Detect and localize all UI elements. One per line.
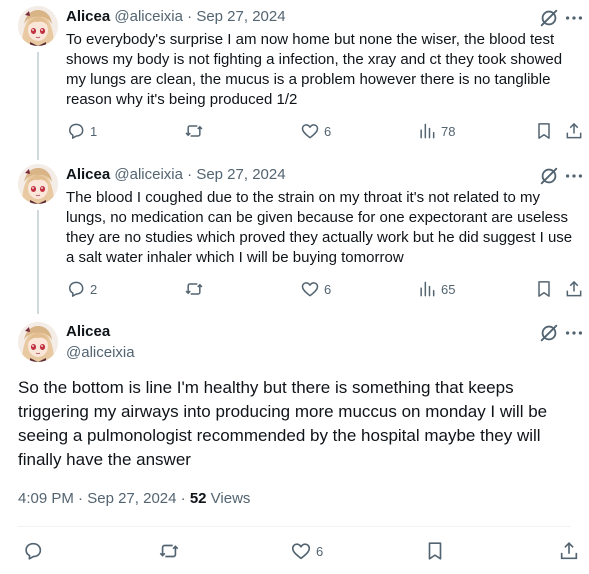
- like-icon: [300, 121, 320, 141]
- retweet-button[interactable]: [158, 540, 184, 562]
- more-icon[interactable]: [563, 322, 585, 349]
- bookmark-icon[interactable]: [424, 540, 446, 567]
- retweet-icon: [184, 279, 204, 299]
- share-icon[interactable]: [564, 121, 584, 146]
- like-count: 6: [324, 123, 332, 139]
- tweet-date[interactable]: Sep 27, 2024: [196, 8, 285, 25]
- reply-icon: [66, 279, 86, 299]
- views-label: Views: [210, 490, 251, 507]
- views-icon: [417, 121, 437, 141]
- separator: ·: [187, 166, 193, 183]
- retweet-icon: [158, 540, 180, 562]
- reply-button[interactable]: 2: [66, 279, 97, 299]
- views-icon: [417, 279, 437, 299]
- reply-icon: [22, 540, 44, 562]
- like-button[interactable]: 6: [290, 540, 323, 562]
- tweet-text: So the bottom is line I'm healthy but th…: [18, 378, 548, 469]
- author-name[interactable]: Alicea: [66, 323, 110, 340]
- view-count: 78: [441, 123, 456, 139]
- tweet-header: Alicea @aliceixia · Sep 27, 2024: [66, 166, 286, 183]
- divider: [18, 526, 571, 527]
- like-button[interactable]: 6: [300, 121, 331, 141]
- like-count: 6: [324, 281, 332, 297]
- reply-count: 2: [90, 281, 98, 297]
- view-count: 65: [441, 281, 456, 297]
- views-button[interactable]: 78: [417, 121, 455, 141]
- author-name[interactable]: Alicea: [66, 166, 110, 183]
- tweet-date[interactable]: Sep 27, 2024: [87, 490, 176, 507]
- like-icon: [290, 540, 312, 562]
- tweet-text: To everybody's surprise I am now home bu…: [66, 31, 563, 108]
- tweet-meta: 4:09 PM · Sep 27, 2024 · 52 Views: [18, 490, 250, 507]
- tweet-text: The blood I coughed due to the strain on…: [66, 189, 573, 266]
- avatar[interactable]: [18, 6, 58, 46]
- bookmark-icon[interactable]: [534, 279, 554, 304]
- author-handle[interactable]: @aliceixia: [114, 166, 183, 183]
- share-icon[interactable]: [564, 279, 584, 304]
- retweet-icon: [184, 121, 204, 141]
- views-button[interactable]: 65: [417, 279, 455, 299]
- author-handle[interactable]: @aliceixia: [66, 344, 135, 361]
- author-handle[interactable]: @aliceixia: [114, 8, 183, 25]
- like-button[interactable]: 6: [300, 279, 331, 299]
- retweet-button[interactable]: [184, 121, 208, 141]
- avatar[interactable]: [18, 164, 58, 204]
- views-count: 52: [189, 490, 207, 507]
- like-count: 6: [316, 543, 324, 559]
- reply-icon: [66, 121, 86, 141]
- thread-connector: [37, 52, 39, 160]
- reply-count: 1: [90, 123, 98, 139]
- separator: ·: [78, 490, 84, 507]
- tweet-time[interactable]: 4:09 PM: [18, 490, 74, 507]
- grok-icon[interactable]: [538, 322, 560, 349]
- like-icon: [300, 279, 320, 299]
- author-name[interactable]: Alicea: [66, 8, 110, 25]
- separator: ·: [180, 490, 186, 507]
- tweet-header: Alicea @aliceixia · Sep 27, 2024: [66, 8, 286, 25]
- reply-button[interactable]: [22, 540, 48, 562]
- bookmark-icon[interactable]: [534, 121, 554, 146]
- tweet-date[interactable]: Sep 27, 2024: [196, 166, 285, 183]
- retweet-button[interactable]: [184, 279, 208, 299]
- thread-connector: [37, 210, 39, 314]
- avatar[interactable]: [18, 322, 58, 362]
- reply-button[interactable]: 1: [66, 121, 97, 141]
- share-icon[interactable]: [558, 540, 580, 567]
- separator: ·: [187, 8, 193, 25]
